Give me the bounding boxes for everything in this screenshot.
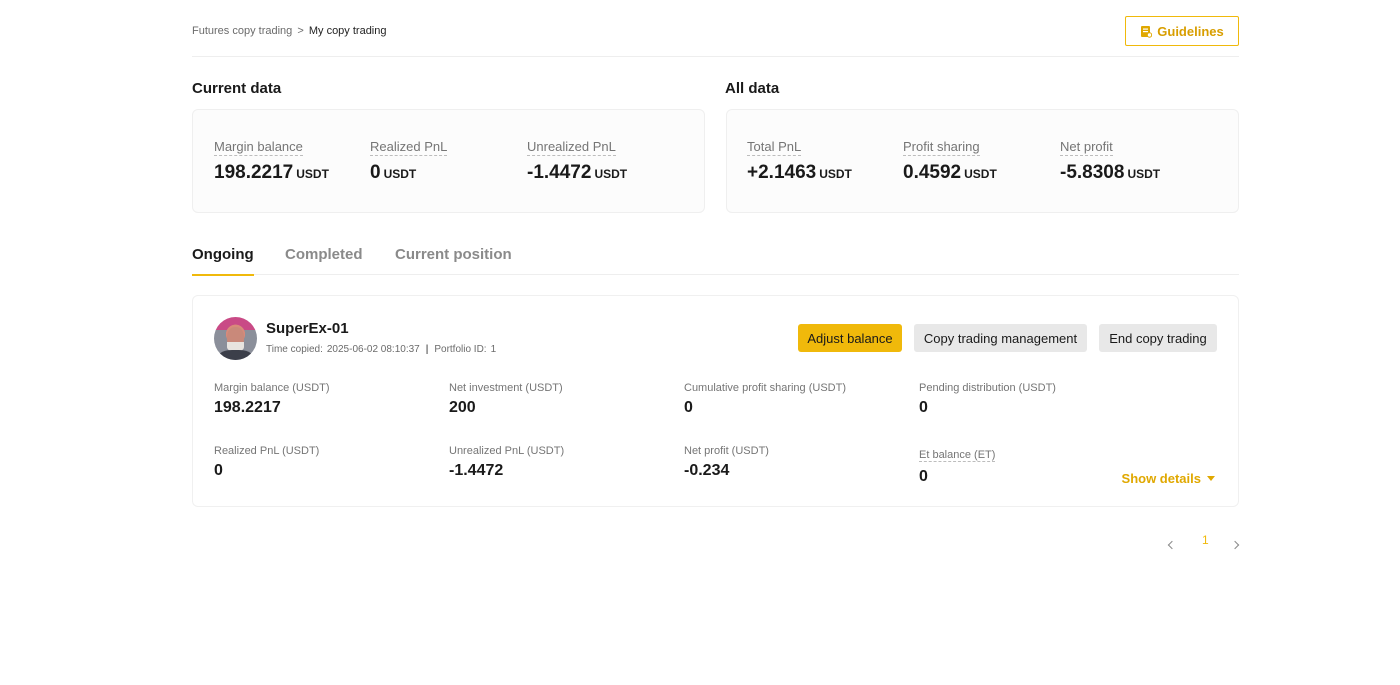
tab-completed[interactable]: Completed — [285, 246, 363, 263]
metric-value: 0 — [684, 399, 693, 416]
stat-unit: USDT — [383, 167, 417, 181]
chevron-right-icon — [1230, 540, 1240, 550]
stat-value: +2.1463 — [747, 162, 817, 183]
show-details-toggle[interactable]: Show details — [1122, 471, 1215, 486]
tab-ongoing[interactable]: Ongoing — [192, 246, 254, 276]
stat-value: 198.2217 — [214, 162, 294, 183]
stat-label[interactable]: Unrealized PnL — [527, 139, 616, 156]
metric-net-investment: Net investment (USDT) 200 — [449, 382, 563, 417]
breadcrumb-parent-link[interactable]: Futures copy trading — [192, 25, 292, 37]
stat-label[interactable]: Total PnL — [747, 139, 802, 156]
tab-current-position[interactable]: Current position — [395, 246, 512, 263]
meta-divider: | — [425, 344, 429, 355]
time-copied-value: 2025-06-02 08:10:37 — [326, 344, 420, 355]
metric-label: Pending distribution (USDT) — [919, 382, 1056, 394]
metric-unrealized-pnl: Unrealized PnL (USDT) -1.4472 — [449, 445, 564, 480]
stat-realized-pnl: Realized PnL 0 USDT — [370, 138, 448, 184]
next-page-button[interactable] — [1230, 537, 1240, 551]
metric-cumulative-profit-sharing: Cumulative profit sharing (USDT) 0 — [684, 382, 846, 417]
caret-down-icon — [1207, 476, 1215, 481]
stat-label[interactable]: Profit sharing — [903, 139, 980, 156]
stat-value: 0 — [370, 162, 381, 183]
guide-document-icon — [1141, 25, 1153, 38]
current-data-card: Margin balance 198.2217 USDT Realized PnL… — [192, 109, 705, 213]
all-data-title: All data — [725, 80, 780, 97]
breadcrumb-separator: > — [297, 25, 304, 37]
trader-avatar[interactable] — [214, 317, 257, 360]
stat-profit-sharing: Profit sharing 0.4592 USDT — [903, 138, 997, 184]
avatar-shirt — [219, 350, 252, 360]
copy-trading-page: Futures copy trading > My copy trading G… — [192, 0, 1240, 550]
metric-value: 200 — [449, 399, 476, 416]
metric-value: -1.4472 — [449, 462, 504, 479]
guidelines-button[interactable]: Guidelines — [1125, 16, 1239, 46]
metric-label: Net investment (USDT) — [449, 382, 563, 394]
trader-meta: Time copied: 2025-06-02 08:10:37 | Portfoli… — [266, 344, 496, 355]
stat-label[interactable]: Margin balance — [214, 139, 303, 156]
metric-value: 0 — [919, 399, 928, 416]
current-data-title: Current data — [192, 80, 282, 97]
stat-unrealized-pnl: Unrealized PnL -1.4472 USDT — [527, 138, 627, 184]
stat-value: -1.4472 — [527, 162, 592, 183]
stat-unit: USDT — [1127, 167, 1161, 181]
stat-unit: USDT — [296, 167, 329, 181]
pagination: 1 — [1159, 533, 1240, 551]
all-data-card: Total PnL +2.1463 USDT Profit sharing 0.4… — [726, 109, 1239, 213]
stat-unit: USDT — [594, 167, 628, 181]
copy-trade-card: SuperEx-01 Time copied: 2025-06-02 08:10:… — [192, 295, 1239, 507]
end-copy-trading-button[interactable]: End copy trading — [1099, 324, 1217, 352]
metric-value: -0.234 — [684, 462, 730, 479]
chevron-left-icon — [1167, 540, 1177, 550]
stat-net-profit: Net profit -5.8308 USDT — [1060, 138, 1160, 184]
time-copied-label: Time copied: — [266, 344, 323, 355]
metric-label: Unrealized PnL (USDT) — [449, 445, 565, 457]
metric-net-profit: Net profit (USDT) -0.234 — [684, 445, 769, 480]
trader-name[interactable]: SuperEx-01 — [266, 320, 349, 337]
metric-margin-balance: Margin balance (USDT) 198.2217 — [214, 382, 330, 417]
stat-label[interactable]: Net profit — [1060, 139, 1113, 156]
stat-unit: USDT — [964, 167, 997, 181]
metric-value: 198.2217 — [214, 399, 281, 416]
stat-margin-balance: Margin balance 198.2217 USDT — [214, 138, 329, 184]
tab-bar: Ongoing Completed Current position — [192, 240, 1239, 276]
stat-value: -5.8308 — [1060, 162, 1125, 183]
prev-page-button[interactable] — [1167, 537, 1177, 551]
stat-label[interactable]: Realized PnL — [370, 139, 448, 156]
metric-label: Cumulative profit sharing (USDT) — [684, 382, 846, 394]
stat-unit: USDT — [819, 167, 852, 181]
guidelines-label: Guidelines — [1157, 23, 1224, 39]
top-bar: Futures copy trading > My copy trading G… — [192, 0, 1239, 57]
metric-label: Net profit (USDT) — [684, 445, 769, 457]
stat-value: 0.4592 — [903, 162, 962, 183]
metric-label[interactable]: Et balance (ET) — [919, 449, 996, 462]
adjust-balance-button[interactable]: Adjust balance — [798, 324, 902, 352]
show-details-label: Show details — [1121, 471, 1201, 486]
breadcrumb: Futures copy trading > My copy trading — [192, 25, 387, 37]
copy-trading-management-button[interactable]: Copy trading management — [914, 324, 1087, 352]
portfolio-id-value: 1 — [490, 344, 497, 355]
breadcrumb-current: My copy trading — [308, 25, 387, 37]
metric-label: Realized PnL (USDT) — [214, 445, 320, 457]
page-number-current[interactable]: 1 — [1202, 533, 1209, 547]
metric-value: 0 — [919, 468, 928, 485]
metric-realized-pnl: Realized PnL (USDT) 0 — [214, 445, 319, 480]
portfolio-id-label: Portfolio ID: — [434, 344, 487, 355]
stat-total-pnl: Total PnL +2.1463 USDT — [747, 138, 852, 184]
metric-value: 0 — [214, 462, 223, 479]
metric-et-balance: Et balance (ET) 0 — [919, 445, 996, 486]
metric-pending-distribution: Pending distribution (USDT) 0 — [919, 382, 1056, 417]
metric-label: Margin balance (USDT) — [214, 382, 330, 394]
